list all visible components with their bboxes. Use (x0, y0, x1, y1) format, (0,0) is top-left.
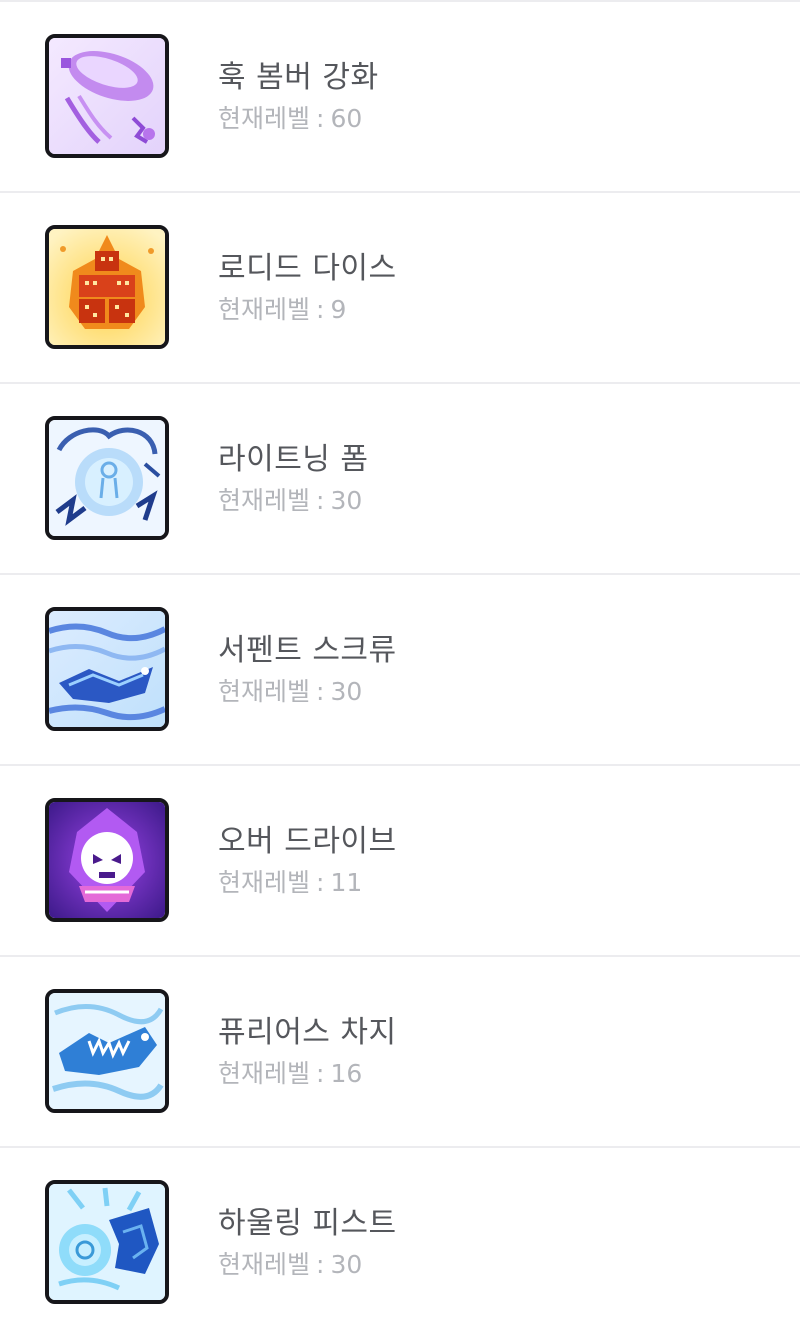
level-prefix: 현재레벨 (218, 104, 311, 133)
skill-level: 현재레벨:16 (218, 1054, 362, 1090)
skill-name: 로디드 다이스 (218, 251, 397, 286)
level-value: 16 (330, 1059, 363, 1088)
level-value: 30 (330, 486, 363, 515)
hook-bomber-icon (45, 34, 169, 158)
skill-row[interactable]: 서펜트 스크류 현재레벨:30 (0, 575, 800, 766)
skill-level: 현재레벨:30 (218, 1245, 362, 1281)
skill-name: 서펜트 스크류 (218, 633, 397, 668)
skill-name: 퓨리어스 차지 (218, 1015, 397, 1050)
level-prefix: 현재레벨 (218, 486, 311, 515)
level-value: 11 (330, 868, 363, 897)
level-separator: : (316, 295, 325, 324)
level-separator: : (316, 1059, 325, 1088)
skill-row[interactable]: 하울링 피스트 현재레벨:30 (0, 1148, 800, 1337)
level-separator: : (316, 104, 325, 133)
serpent-screw-icon (45, 607, 169, 731)
level-value: 9 (330, 295, 347, 324)
level-prefix: 현재레벨 (218, 295, 311, 324)
skill-level: 현재레벨:11 (218, 863, 362, 899)
skill-level: 현재레벨:30 (218, 481, 362, 517)
skill-name: 라이트닝 폼 (218, 442, 369, 477)
lightning-form-icon (45, 416, 169, 540)
level-prefix: 현재레벨 (218, 1250, 311, 1279)
howling-fist-icon (45, 1180, 169, 1304)
skill-name: 훅 봄버 강화 (218, 60, 379, 95)
overdrive-icon (45, 798, 169, 922)
skill-level: 현재레벨:30 (218, 672, 362, 708)
skill-row[interactable]: 퓨리어스 차지 현재레벨:16 (0, 957, 800, 1148)
level-prefix: 현재레벨 (218, 868, 311, 897)
level-separator: : (316, 677, 325, 706)
skill-level: 현재레벨:9 (218, 290, 346, 326)
level-separator: : (316, 486, 325, 515)
skill-name: 하울링 피스트 (218, 1206, 397, 1241)
skill-row[interactable]: 오버 드라이브 현재레벨:11 (0, 766, 800, 957)
level-value: 60 (330, 104, 363, 133)
loaded-dice-icon (45, 225, 169, 349)
level-separator: : (316, 1250, 325, 1279)
level-prefix: 현재레벨 (218, 1059, 311, 1088)
skill-row[interactable]: 로디드 다이스 현재레벨:9 (0, 193, 800, 384)
level-value: 30 (330, 1250, 363, 1279)
skill-level: 현재레벨:60 (218, 99, 362, 135)
furious-charge-icon (45, 989, 169, 1113)
skill-name: 오버 드라이브 (218, 824, 397, 859)
skill-row[interactable]: 라이트닝 폼 현재레벨:30 (0, 384, 800, 575)
level-separator: : (316, 868, 325, 897)
skill-list: 훅 봄버 강화 현재레벨:60 로디드 다이스 현재레벨: 9 라이트닝 폼 … (0, 0, 800, 1337)
level-prefix: 현재레벨 (218, 677, 311, 706)
skill-row[interactable]: 훅 봄버 강화 현재레벨:60 (0, 2, 800, 193)
level-value: 30 (330, 677, 363, 706)
